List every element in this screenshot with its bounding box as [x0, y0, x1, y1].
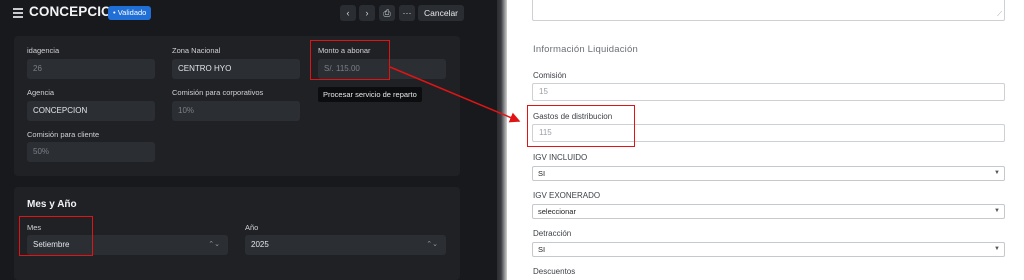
- detraccion-value: SI: [538, 245, 546, 254]
- comision-corporativos-field[interactable]: 10%: [172, 101, 300, 121]
- comision-corporativos-label: Comisión para corporativos: [172, 88, 264, 97]
- more-button[interactable]: ···: [399, 5, 415, 21]
- updown-icon: ⌃⌄: [208, 241, 220, 248]
- comision-label: Comisión: [533, 71, 567, 80]
- igv-incluido-value: SI: [538, 169, 546, 178]
- mes-ano-card: [14, 187, 460, 280]
- prev-record-button[interactable]: ‹: [340, 5, 356, 21]
- mes-ano-title: Mes y Año: [27, 199, 77, 210]
- comision-field[interactable]: 15: [532, 83, 1005, 101]
- igv-exonerado-label: IGV EXONERADO: [533, 191, 601, 200]
- igv-exonerado-value: seleccionar: [538, 207, 576, 216]
- igv-incluido-label: IGV INCLUIDO: [533, 153, 588, 162]
- panel-divider: [497, 0, 507, 280]
- menu-icon[interactable]: [13, 8, 23, 18]
- igv-incluido-select[interactable]: SI ▼: [532, 166, 1005, 181]
- ano-value: 2025: [251, 240, 269, 249]
- status-badge: • Validado: [108, 6, 152, 20]
- comision-cliente-field[interactable]: 50%: [27, 142, 155, 162]
- mes-label: Mes: [27, 223, 42, 232]
- tooltip: Procesar servicio de reparto: [318, 87, 422, 102]
- resize-handle-icon[interactable]: ⟋: [997, 11, 1002, 19]
- dropdown-arrow-icon: ▼: [994, 208, 1000, 214]
- liquidacion-title: Información Liquidación: [533, 44, 638, 55]
- detraccion-select[interactable]: SI ▼: [532, 242, 1005, 257]
- chevron-left-icon: ‹: [346, 8, 350, 18]
- notes-textarea[interactable]: ⟋: [532, 0, 1005, 21]
- chevron-right-icon: ›: [365, 8, 369, 18]
- more-icon: ···: [402, 8, 412, 18]
- printer-icon: ⎙: [383, 8, 391, 18]
- dropdown-arrow-icon: ▼: [994, 246, 1000, 252]
- next-record-button[interactable]: ›: [359, 5, 375, 21]
- monto-abonar-field[interactable]: S/. 115.00: [318, 59, 446, 79]
- gastos-label: Gastos de distribucion: [533, 112, 613, 121]
- print-button[interactable]: ⎙: [379, 5, 395, 21]
- gastos-field[interactable]: 115: [532, 124, 1005, 142]
- monto-abonar-label: Monto a abonar: [318, 46, 371, 55]
- detraccion-label: Detracción: [533, 229, 572, 238]
- igv-exonerado-select[interactable]: seleccionar ▼: [532, 204, 1005, 219]
- screenshot-stage: CONCEPCION • Validado ‹ › ⎙ ··· Cancelar…: [0, 0, 1024, 280]
- mes-value: Setiembre: [33, 240, 70, 249]
- agencia-field[interactable]: CONCEPCION: [27, 101, 155, 121]
- ano-select[interactable]: 2025 ⌃⌄: [245, 235, 446, 255]
- record-header: CONCEPCION • Validado ‹ › ⎙ ··· Cancelar: [0, 0, 497, 26]
- idagencia-field[interactable]: 26: [27, 59, 155, 79]
- ano-label: Año: [245, 223, 259, 232]
- record-panel: CONCEPCION • Validado ‹ › ⎙ ··· Cancelar…: [0, 0, 497, 280]
- zona-nacional-field[interactable]: CENTRO HYO: [172, 59, 300, 79]
- dropdown-arrow-icon: ▼: [994, 170, 1000, 176]
- agencia-label: Agencia: [27, 88, 55, 97]
- updown-icon: ⌃⌄: [426, 241, 438, 248]
- zona-nacional-label: Zona Nacional: [172, 46, 221, 55]
- descuentos-label: Descuentos: [533, 267, 576, 276]
- comision-cliente-label: Comisión para cliente: [27, 130, 100, 139]
- mes-select[interactable]: Setiembre ⌃⌄: [27, 235, 228, 255]
- cancel-button[interactable]: Cancelar: [418, 5, 465, 21]
- idagencia-label: idagencia: [27, 46, 60, 55]
